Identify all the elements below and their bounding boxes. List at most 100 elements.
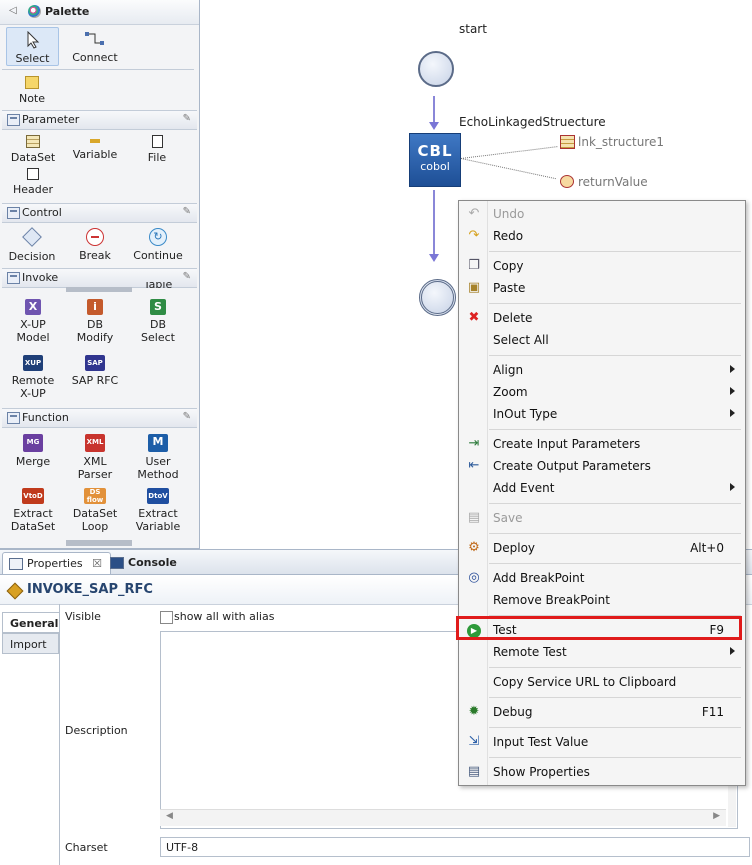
menu-debug[interactable]: ✹ Debug F11 xyxy=(459,701,745,723)
menu-save[interactable]: ▤ Save xyxy=(459,507,745,529)
menu-create-output[interactable]: ⇤ Create Output Parameters xyxy=(459,455,745,477)
tool-label: Extract DataSet xyxy=(10,507,56,533)
menu-copy-service-url[interactable]: Copy Service URL to Clipboard xyxy=(459,671,745,693)
paste-icon: ▣ xyxy=(467,280,481,295)
tool-xup-model[interactable]: X X-UP Model xyxy=(8,299,58,344)
connect-tool[interactable]: Connect xyxy=(68,27,122,64)
pin-icon[interactable]: ✎ xyxy=(183,113,191,124)
end-node[interactable] xyxy=(419,279,456,316)
scroll-up-indicator[interactable] xyxy=(66,287,132,292)
tool-label: SAP RFC xyxy=(71,374,119,387)
tool-extract-dataset[interactable]: VtoD Extract DataSet xyxy=(8,488,58,533)
delete-icon: ✖ xyxy=(468,310,480,325)
tool-db-modify[interactable]: i DB Modify xyxy=(70,299,120,344)
start-node[interactable] xyxy=(418,51,454,87)
collapse-arrow-icon[interactable]: ◁ xyxy=(9,5,17,16)
section-parameter[interactable]: Parameter ✎ xyxy=(2,110,197,130)
section-title: Parameter xyxy=(22,113,80,126)
tool-break[interactable]: Break xyxy=(70,228,120,262)
menu-remove-breakpoint[interactable]: Remove BreakPoint xyxy=(459,589,745,611)
section-icon xyxy=(7,114,20,126)
submenu-arrow-icon xyxy=(730,483,735,491)
tool-file[interactable]: File xyxy=(134,135,180,164)
output-label-2[interactable]: returnValue xyxy=(578,175,648,189)
menu-align[interactable]: Align xyxy=(459,359,745,381)
input-test-icon: ⇲ xyxy=(468,734,480,749)
sap-rfc-icon: SAP xyxy=(85,355,105,371)
menu-deploy[interactable]: ⚙ Deploy Alt+0 xyxy=(459,537,745,559)
pin-icon[interactable]: ✎ xyxy=(183,271,191,282)
palette-icon xyxy=(28,5,41,18)
menu-undo[interactable]: ↶ Undo xyxy=(459,203,745,225)
tool-label: DataSet Loop xyxy=(72,507,118,533)
pin-icon[interactable]: ✎ xyxy=(183,206,191,217)
menu-remote-test[interactable]: Remote Test xyxy=(459,641,745,663)
debug-bug-icon: ✹ xyxy=(468,704,480,719)
db-select-icon: S xyxy=(150,299,166,315)
menu-create-input[interactable]: ⇥ Create Input Parameters xyxy=(459,433,745,455)
menu-paste[interactable]: ▣ Paste xyxy=(459,277,745,299)
menu-redo[interactable]: ↷ Redo xyxy=(459,225,745,247)
output-label-1[interactable]: lnk_structure1 xyxy=(578,135,664,149)
node-type-text: CBL xyxy=(417,142,453,160)
tab-console[interactable]: Console xyxy=(104,552,185,573)
tool-decision[interactable]: Decision xyxy=(6,227,58,263)
cobol-node[interactable]: CBL cobol xyxy=(409,133,461,187)
section-icon xyxy=(7,207,20,219)
node-subtype-text: cobol xyxy=(420,160,450,173)
horizontal-scrollbar[interactable]: ◀ ▶ xyxy=(160,809,726,826)
charset-field[interactable]: UTF-8 xyxy=(160,837,750,857)
menu-inout-type[interactable]: InOut Type xyxy=(459,403,745,425)
tool-extract-variable[interactable]: DtoV Extract Variable xyxy=(132,488,184,533)
scroll-left-icon[interactable]: ◀ xyxy=(166,811,173,821)
select-tool[interactable]: Select xyxy=(6,27,59,66)
tab-general[interactable]: General xyxy=(2,612,59,633)
tool-table-partial[interactable]: Table xyxy=(134,282,182,291)
tab-properties[interactable]: Properties ☒ xyxy=(2,552,111,574)
close-icon[interactable]: ☒ xyxy=(92,557,102,570)
properties-title: INVOKE_SAP_RFC xyxy=(27,582,153,597)
note-tool[interactable]: Note xyxy=(10,76,54,105)
tool-variable[interactable]: Variable xyxy=(70,135,120,161)
tool-continue[interactable]: ↻ Continue xyxy=(132,228,184,262)
menu-input-test-value[interactable]: ⇲ Input Test Value xyxy=(459,731,745,753)
tool-label: Decision xyxy=(8,250,56,263)
tool-dataset[interactable]: DataSet xyxy=(8,135,58,164)
tool-remote-xup[interactable]: XUP Remote X-UP xyxy=(8,355,58,400)
merge-icon: MG xyxy=(23,434,43,452)
tool-label: Extract Variable xyxy=(135,507,181,533)
visible-label: Visible xyxy=(65,610,101,623)
flow-connector[interactable] xyxy=(433,96,435,122)
menu-copy[interactable]: ❐ Copy xyxy=(459,255,745,277)
tool-label: Merge xyxy=(15,455,51,468)
flow-connector[interactable] xyxy=(433,190,435,254)
section-function[interactable]: Function ✎ xyxy=(2,408,197,428)
select-label: Select xyxy=(15,52,50,65)
tool-dataset-loop[interactable]: DS flow DataSet Loop xyxy=(70,488,120,533)
menu-zoom[interactable]: Zoom xyxy=(459,381,745,403)
tab-label: Properties xyxy=(27,557,83,570)
menu-show-properties[interactable]: ▤ Show Properties xyxy=(459,761,745,783)
scroll-down-indicator[interactable] xyxy=(66,540,132,546)
copy-icon: ❐ xyxy=(468,258,480,273)
tool-merge[interactable]: MG Merge xyxy=(8,434,58,468)
pin-icon[interactable]: ✎ xyxy=(183,411,191,422)
scroll-right-icon[interactable]: ▶ xyxy=(713,811,720,821)
section-control[interactable]: Control ✎ xyxy=(2,203,197,223)
menu-add-event[interactable]: Add Event xyxy=(459,477,745,499)
tool-user-method[interactable]: M User Method xyxy=(132,434,184,481)
tool-header[interactable]: Header xyxy=(8,168,58,196)
tool-sap-rfc[interactable]: SAP SAP RFC xyxy=(70,355,120,387)
properties-icon xyxy=(9,558,23,570)
tool-label: Variable xyxy=(72,148,118,161)
tool-db-select[interactable]: S DB Select xyxy=(132,299,184,344)
tool-xml-parser[interactable]: XML XML Parser xyxy=(70,434,120,481)
dataset-icon xyxy=(26,135,40,148)
palette-title: Palette xyxy=(45,5,90,18)
submenu-arrow-icon xyxy=(730,365,735,373)
menu-add-breakpoint[interactable]: ◎ Add BreakPoint xyxy=(459,567,745,589)
menu-delete[interactable]: ✖ Delete xyxy=(459,307,745,329)
menu-select-all[interactable]: Select All xyxy=(459,329,745,351)
show-alias-checkbox[interactable] xyxy=(160,611,173,624)
tab-import[interactable]: Import xyxy=(2,633,59,654)
